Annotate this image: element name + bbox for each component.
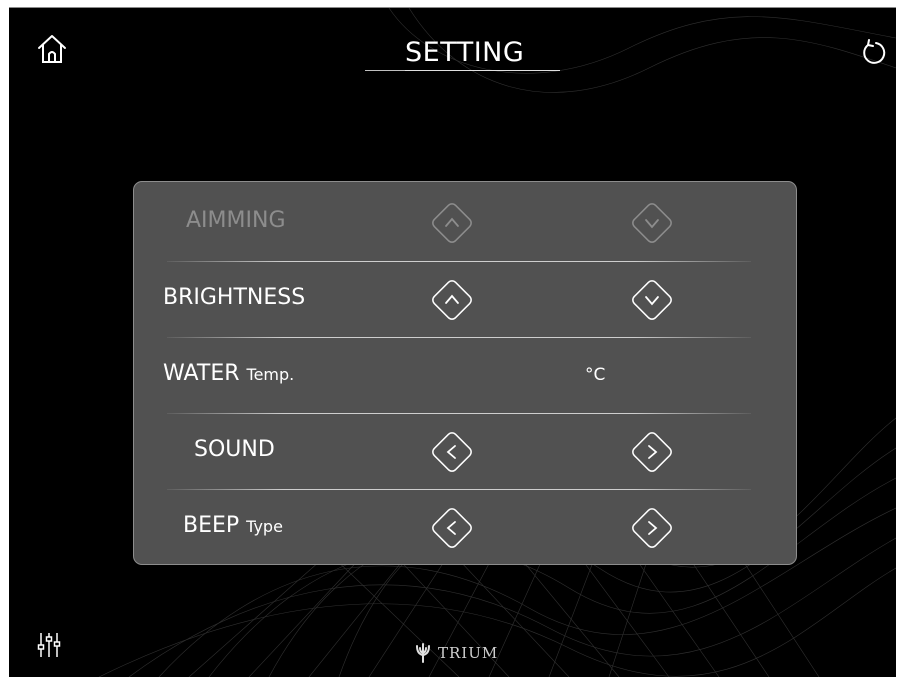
aimming-row: AIMMING — [134, 184, 796, 259]
brightness-up-button[interactable] — [427, 275, 477, 325]
sound-row: SOUND — [134, 413, 796, 488]
beep-type-label: BEEP Type — [183, 513, 283, 538]
water-temp-value: °C — [585, 365, 606, 385]
brightness-row: BRIGHTNESS — [134, 261, 796, 336]
beep-type-prev-button[interactable] — [427, 503, 477, 553]
aimming-down-button[interactable] — [627, 198, 677, 248]
water-temp-label: WATER Temp. — [163, 361, 295, 386]
equalizer-icon[interactable] — [35, 630, 63, 660]
water-temp-row: WATER Temp. °C — [134, 337, 796, 412]
sound-prev-button[interactable] — [427, 427, 477, 477]
brand-name: TRIUM — [438, 644, 499, 662]
setting-screen: SETTING AIMMING BRIGHTNESS WATER Temp. °… — [9, 7, 896, 677]
sound-next-button[interactable] — [627, 427, 677, 477]
refresh-icon[interactable] — [857, 35, 891, 69]
settings-panel: AIMMING BRIGHTNESS WATER Temp. °C SOUND … — [133, 181, 797, 565]
title-underline — [405, 70, 560, 71]
title-underline-left — [365, 70, 407, 71]
trident-icon — [416, 643, 430, 663]
brand-logo: TRIUM — [414, 643, 498, 663]
page-title: SETTING — [405, 37, 525, 68]
brightness-down-button[interactable] — [627, 275, 677, 325]
beep-type-next-button[interactable] — [627, 503, 677, 553]
sound-label: SOUND — [194, 437, 275, 462]
home-icon[interactable] — [31, 28, 73, 70]
brightness-label: BRIGHTNESS — [163, 285, 306, 310]
aimming-label: AIMMING — [186, 208, 286, 233]
beep-type-row: BEEP Type — [134, 489, 796, 564]
aimming-up-button[interactable] — [427, 198, 477, 248]
